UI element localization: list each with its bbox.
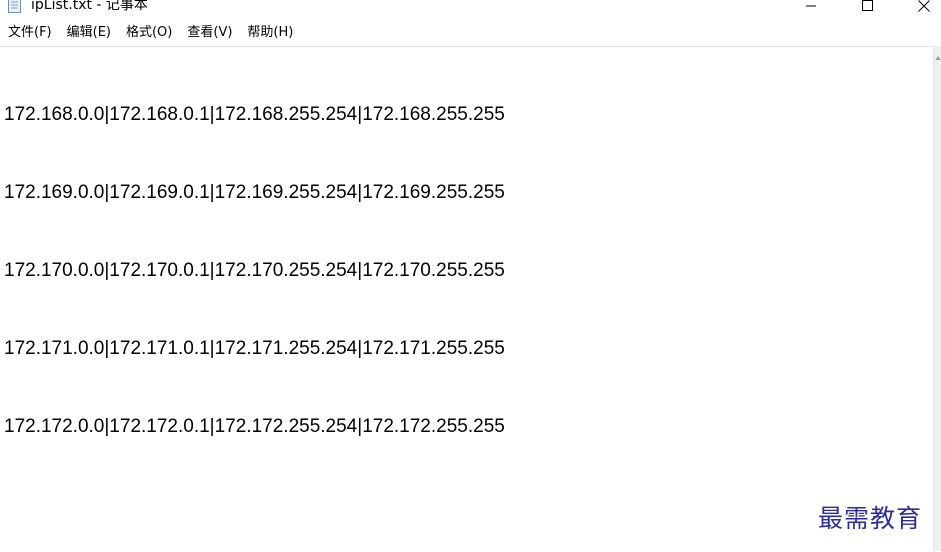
vertical-scrollbar[interactable] bbox=[933, 46, 941, 551]
maximize-button[interactable] bbox=[844, 0, 890, 18]
menu-view[interactable]: 查看(V) bbox=[180, 22, 239, 44]
menu-bar: 文件(F) 编辑(E) 格式(O) 查看(V) 帮助(H) bbox=[0, 20, 941, 46]
text-line: 172.170.0.0|172.170.0.1|172.170.255.254|… bbox=[4, 260, 505, 281]
minimize-button[interactable] bbox=[788, 0, 834, 18]
menu-file[interactable]: 文件(F) bbox=[1, 22, 59, 44]
editor-content[interactable]: 172.168.0.0|172.168.0.1|172.168.255.254|… bbox=[4, 50, 505, 492]
menu-format[interactable]: 格式(O) bbox=[119, 22, 179, 44]
close-button[interactable] bbox=[901, 0, 941, 18]
text-line: 172.172.0.0|172.172.0.1|172.172.255.254|… bbox=[4, 416, 505, 437]
window-title: ipList.txt - 记事本 bbox=[31, 0, 148, 13]
text-line: 172.169.0.0|172.169.0.1|172.169.255.254|… bbox=[4, 182, 505, 203]
menu-help[interactable]: 帮助(H) bbox=[240, 22, 300, 44]
text-editor-area[interactable]: 172.168.0.0|172.168.0.1|172.168.255.254|… bbox=[0, 46, 933, 552]
watermark-logo: 最需教育 bbox=[818, 504, 923, 533]
text-line: 172.171.0.0|172.171.0.1|172.171.255.254|… bbox=[4, 338, 505, 359]
scroll-up-icon[interactable] bbox=[935, 56, 941, 60]
maximize-icon bbox=[861, 0, 873, 12]
text-line: 172.168.0.0|172.168.0.1|172.168.255.254|… bbox=[4, 104, 505, 125]
minimize-icon bbox=[805, 0, 817, 12]
menu-edit[interactable]: 编辑(E) bbox=[60, 22, 118, 44]
notepad-icon bbox=[8, 0, 21, 13]
title-bar[interactable]: ipList.txt - 记事本 bbox=[0, 0, 941, 20]
close-icon bbox=[918, 0, 930, 12]
